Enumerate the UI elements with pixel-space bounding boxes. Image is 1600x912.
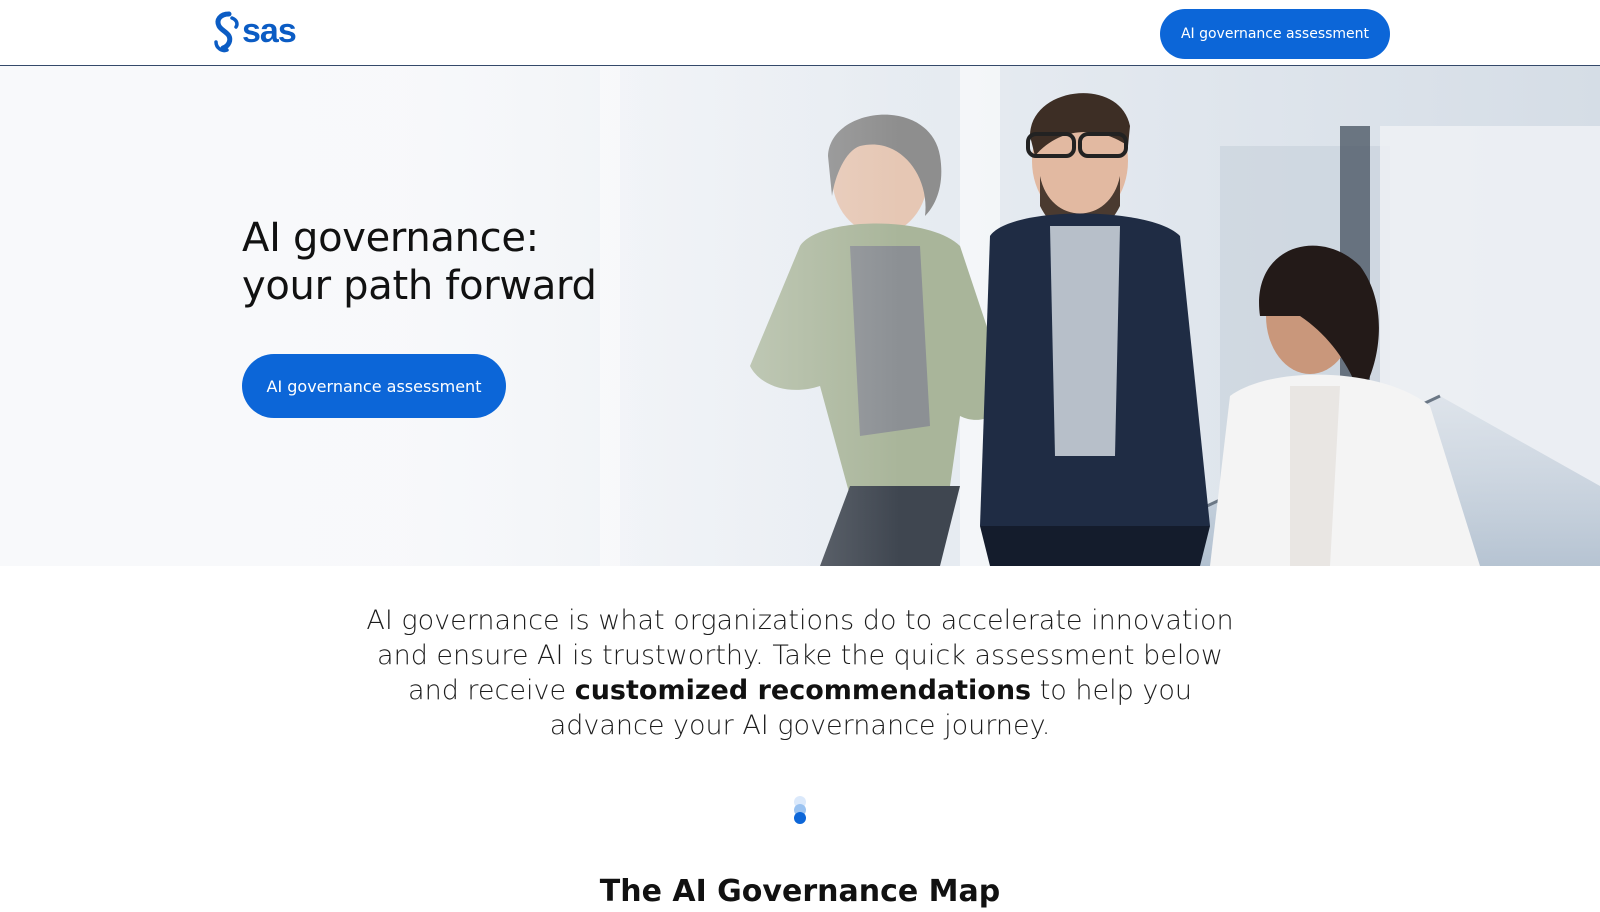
- hero-title: AI governance: your path forward: [242, 214, 742, 310]
- section-title: The AI Governance Map: [599, 874, 1001, 909]
- scroll-down-indicator[interactable]: [793, 796, 807, 828]
- scroll-dot-icon: [794, 812, 806, 824]
- hero-fade-overlay: [0, 66, 900, 566]
- intro-text-bold: customized recommendations: [574, 675, 1032, 706]
- header-assessment-button[interactable]: AI governance assessment: [1160, 9, 1390, 59]
- logo-wordmark: sas: [242, 12, 296, 50]
- hero-title-line-1: AI governance:: [242, 215, 539, 261]
- intro-paragraph: AI governance is what organizations do t…: [360, 603, 1240, 743]
- hero-assessment-button[interactable]: AI governance assessment: [242, 354, 506, 418]
- hero-section: AI governance: your path forward AI gove…: [0, 66, 1600, 566]
- sas-logo[interactable]: sas: [210, 10, 320, 54]
- hero-title-line-2: your path forward: [242, 263, 597, 309]
- site-header: sas AI governance assessment: [0, 0, 1600, 66]
- sas-logo-icon: sas: [214, 11, 297, 53]
